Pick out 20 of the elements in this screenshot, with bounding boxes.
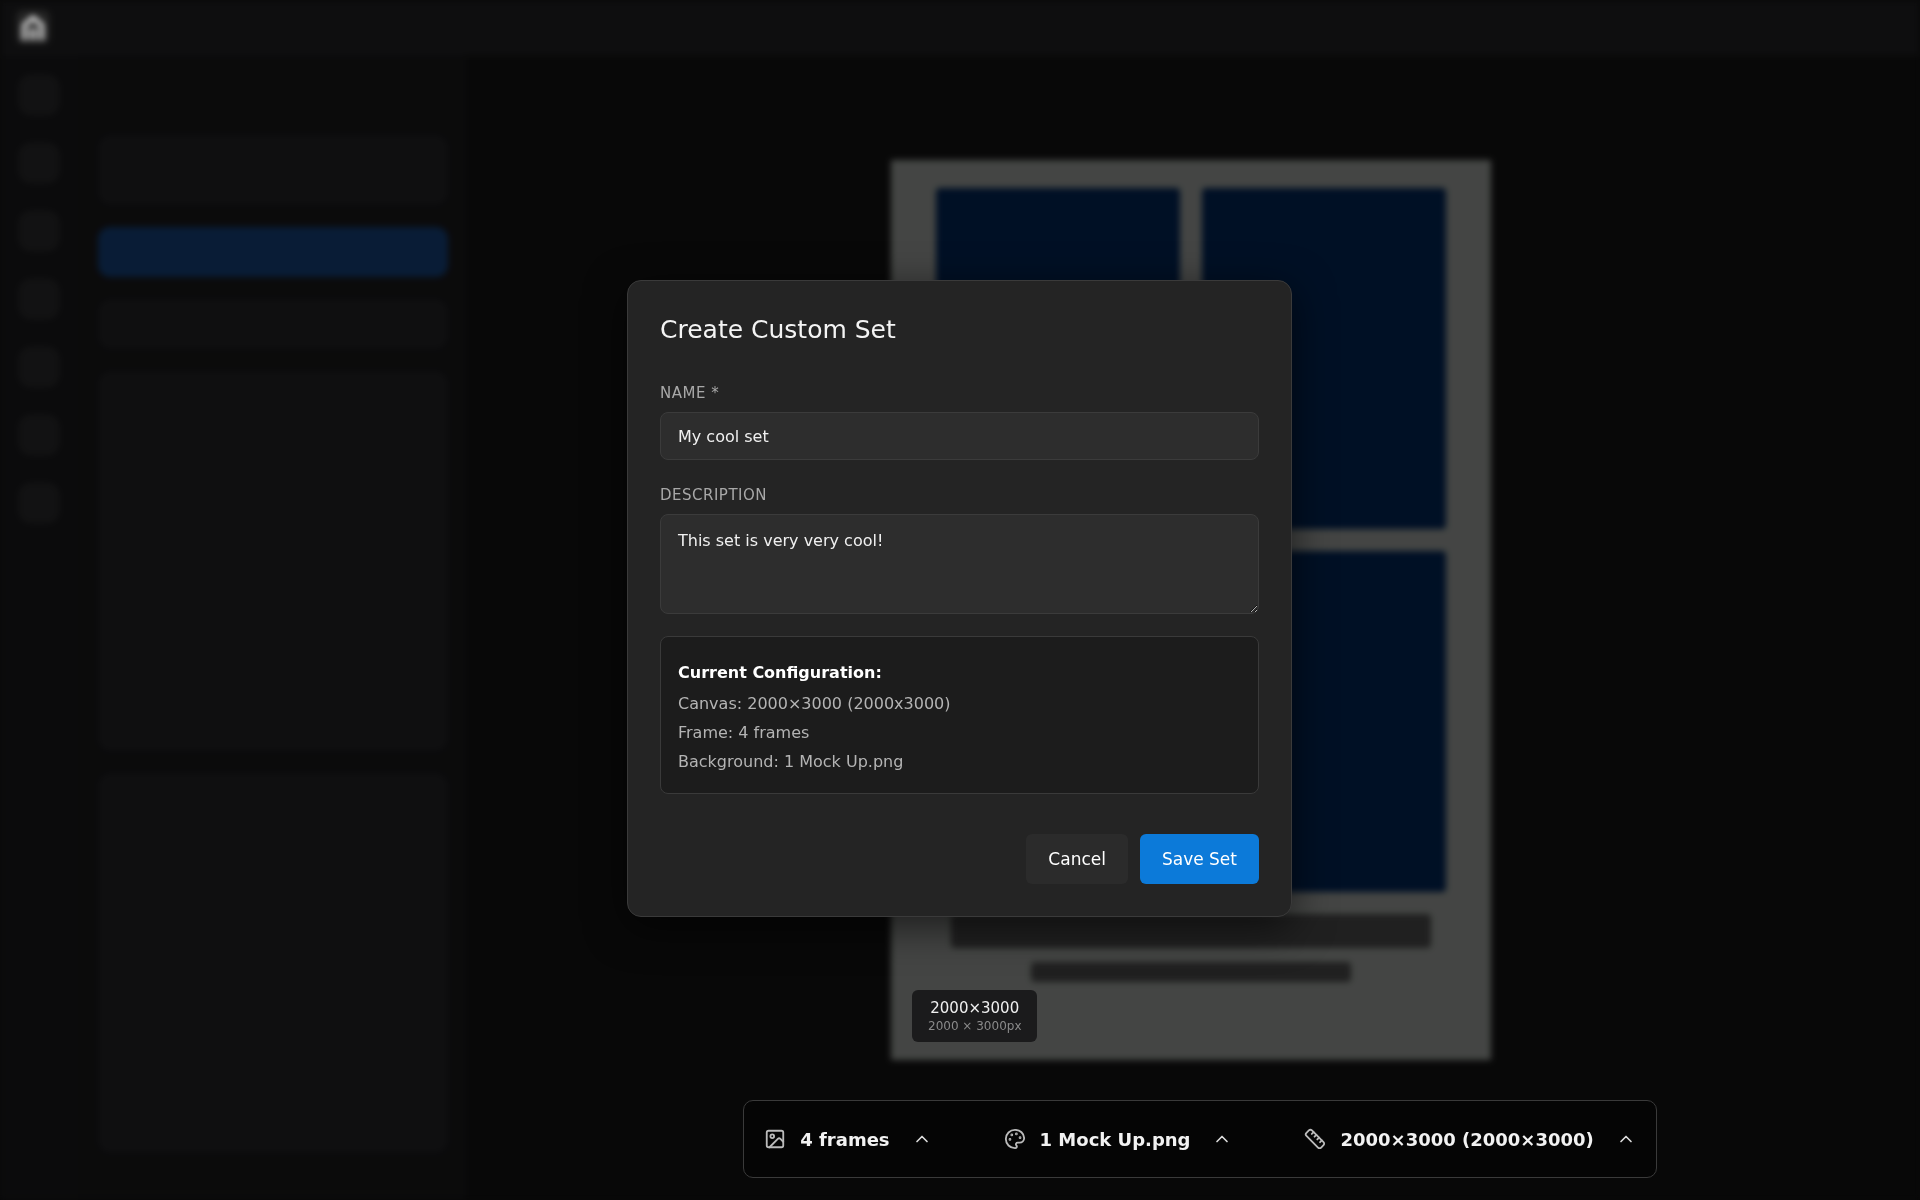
name-field[interactable]: My cool set <box>660 412 1259 460</box>
ruler-icon <box>1304 1128 1327 1150</box>
summary-heading: Current Configuration: <box>678 663 883 682</box>
image-icon <box>764 1128 787 1150</box>
size-title: 2000×3000 <box>930 999 1020 1017</box>
toolbar-dropdown[interactable]: 2000×3000 (2000×3000) <box>1268 1128 1672 1150</box>
toolbar-dropdown[interactable]: 4 frames <box>728 1128 968 1150</box>
summary-line: Background: 1 Mock Up.png <box>678 752 905 771</box>
size-subtitle: 2000 × 3000px <box>928 1019 1022 1033</box>
summary-line: Canvas: 2000×3000 (2000x3000) <box>678 694 952 713</box>
logo-icon[interactable] <box>16 10 50 44</box>
summary-line: Frame: 4 frames <box>678 723 811 742</box>
dialog-title: Create Custom Set <box>660 315 897 344</box>
save-button[interactable]: Save Set <box>1139 834 1259 884</box>
field-label: DESCRIPTION <box>660 486 769 504</box>
palette-icon <box>1003 1128 1026 1150</box>
toolbar-dropdown[interactable]: 1 Mock Up.png <box>967 1128 1269 1150</box>
cancel-button[interactable]: Cancel <box>1026 834 1128 884</box>
description-field[interactable]: This set is very very cool! <box>660 514 1259 614</box>
field-label: NAME * <box>660 384 721 402</box>
